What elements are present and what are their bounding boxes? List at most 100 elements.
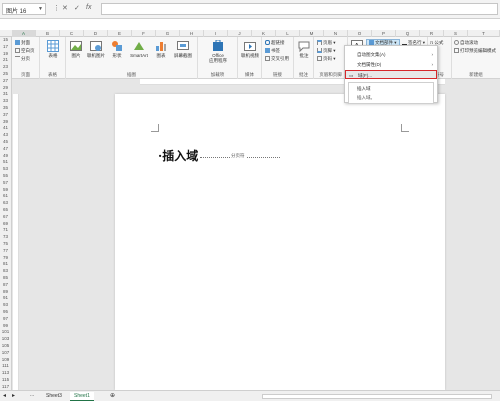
auto-scroll-button[interactable]: 自动滚动 [454,40,478,46]
column-B[interactable]: B [36,30,60,37]
table-button[interactable]: 表格 [43,40,63,59]
plus-icon[interactable]: ⊕ [110,392,115,399]
horizontal-scrollbar[interactable] [262,394,492,399]
header-button[interactable]: 页眉 ▾ [317,40,336,46]
online-picture-button[interactable]: 联机图片 [84,40,108,59]
column-R[interactable]: R [420,30,444,37]
row-number[interactable]: 25 [0,71,11,76]
row-number[interactable]: 17 [0,44,11,49]
column-G[interactable]: G [156,30,180,37]
row-number[interactable]: 59 [0,187,11,192]
row-number[interactable]: 21 [0,57,11,62]
row-number[interactable]: 55 [0,173,11,178]
row-number[interactable]: 33 [0,98,11,103]
column-O[interactable]: O [348,30,372,37]
footer-button[interactable]: 页脚 ▾ [317,48,336,54]
document-page[interactable] [115,94,445,390]
row-number[interactable]: 113 [0,370,11,375]
row-number[interactable]: 65 [0,207,11,212]
blank-page-button[interactable]: 空白页 [15,48,35,54]
row-number[interactable]: 49 [0,153,11,158]
chevron-down-icon[interactable]: ▼ [38,6,43,12]
next-sheet-icon[interactable]: ▸ [12,392,15,399]
column-P[interactable]: P [372,30,396,37]
page-number-button[interactable]: 页码 ▾ [317,56,336,62]
row-number[interactable]: 35 [0,105,11,110]
menu-item-autotext[interactable]: 自动图文集(A) › [345,50,437,59]
column-A[interactable]: A [12,30,36,37]
row-number[interactable]: 107 [0,350,11,355]
column-E[interactable]: E [108,30,132,37]
row-number[interactable]: 81 [0,261,11,266]
row-number[interactable]: 31 [0,91,11,96]
sheet-tab-sheet3[interactable]: Sheet3 [42,392,66,401]
chart-button[interactable]: 图表 [153,40,169,59]
row-number[interactable]: 45 [0,139,11,144]
row-number[interactable]: 89 [0,289,11,294]
formula-input[interactable] [101,3,498,15]
hyperlink-button[interactable]: 超链接 [265,40,285,46]
picture-button[interactable]: 图片 [68,40,84,59]
column-H[interactable]: H [180,30,204,37]
row-number[interactable]: 85 [0,275,11,280]
row-number[interactable]: 15 [0,37,11,42]
row-number[interactable]: 91 [0,295,11,300]
row-number[interactable]: 111 [0,363,11,368]
row-number[interactable]: 63 [0,200,11,205]
row-number[interactable]: 73 [0,234,11,239]
online-video-button[interactable]: 联机视频 [239,40,261,59]
bookmark-button[interactable]: 书签 [265,48,280,54]
row-number[interactable]: 57 [0,180,11,185]
print-preview-edit-button[interactable]: 打印预览编辑模式 [454,48,496,54]
sheet-tab-sheet1[interactable]: Sheet1 [70,392,94,401]
office-apps-button[interactable]: Office 应用程序 [202,40,234,64]
row-number[interactable]: 101 [0,329,11,334]
name-box[interactable]: 图片 16 ▼ [2,3,46,15]
row-number[interactable]: 27 [0,78,11,83]
row-number[interactable]: 41 [0,125,11,130]
row-number[interactable]: 79 [0,255,11,260]
cross-reference-button[interactable]: 交叉引用 [265,56,289,62]
row-number[interactable]: 95 [0,309,11,314]
row-number[interactable]: 69 [0,221,11,226]
smartart-button[interactable]: SmartArt [126,40,152,58]
menu-item-field[interactable]: ▭ 域(F)... [345,70,437,79]
row-number[interactable]: 39 [0,119,11,124]
column-J[interactable]: J [228,30,252,37]
document-heading[interactable]: ·插入域 [158,147,198,164]
column-Q[interactable]: Q [396,30,420,37]
row-number[interactable]: 97 [0,316,11,321]
row-number[interactable]: 37 [0,112,11,117]
fx-icon[interactable]: fx [86,4,91,11]
row-number[interactable]: 47 [0,146,11,151]
row-number[interactable]: 75 [0,241,11,246]
row-number[interactable]: 83 [0,268,11,273]
column-M[interactable]: M [300,30,324,37]
row-number[interactable]: 51 [0,159,11,164]
column-C[interactable]: C [60,30,84,37]
row-number[interactable]: 117 [0,384,11,389]
row-number[interactable]: 99 [0,323,11,328]
column-L[interactable]: L [276,30,300,37]
row-number[interactable]: 77 [0,248,11,253]
page-break-button[interactable]: 分页 [15,56,30,62]
sheet-ellipsis[interactable]: ... [30,392,34,398]
column-D[interactable]: D [84,30,108,37]
column-I[interactable]: I [204,30,228,37]
column-F[interactable]: F [132,30,156,37]
row-number[interactable]: 105 [0,343,11,348]
column-N[interactable]: N [324,30,348,37]
row-number[interactable]: 29 [0,85,11,90]
comment-button[interactable]: 批注 [295,40,313,59]
row-number[interactable]: 43 [0,132,11,137]
close-icon[interactable]: ✕ [62,4,68,12]
row-number[interactable]: 67 [0,214,11,219]
row-number[interactable]: 53 [0,166,11,171]
shapes-button[interactable]: 形状 [109,40,125,59]
column-T[interactable]: T [468,30,500,37]
menu-item-document-property[interactable]: 文档属性(D) › [345,60,437,69]
column-S[interactable]: S [444,30,468,37]
row-number[interactable]: 87 [0,282,11,287]
column-K[interactable]: K [252,30,276,37]
row-number[interactable]: 61 [0,193,11,198]
